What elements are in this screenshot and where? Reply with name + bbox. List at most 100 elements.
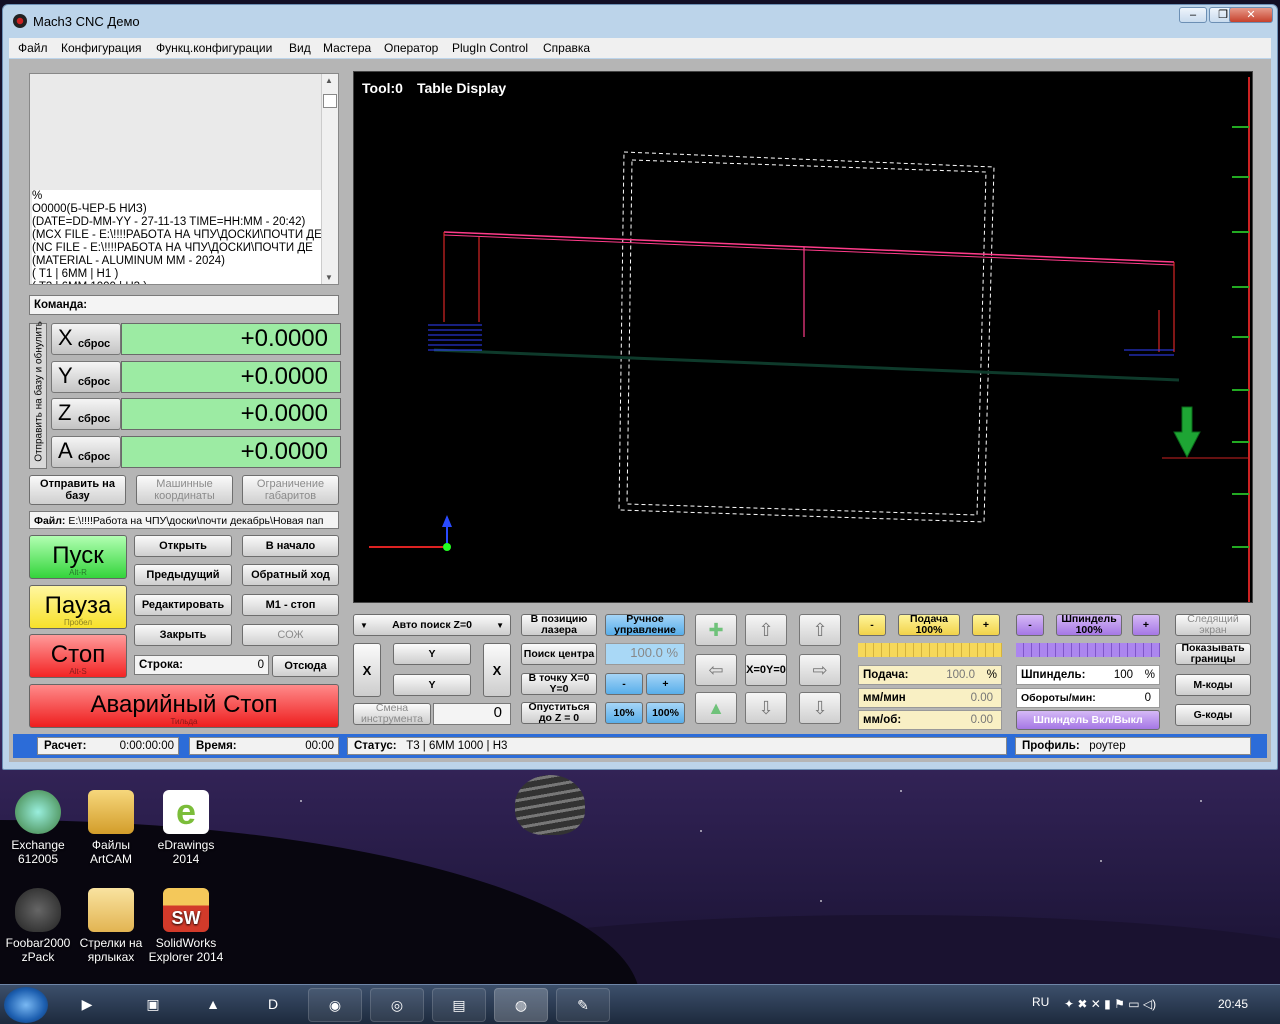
- z-dro[interactable]: +0.0000: [121, 398, 341, 430]
- g-codes-button[interactable]: G-коды: [1175, 704, 1251, 726]
- jog-z-down-icon[interactable]: ⇩: [799, 692, 841, 724]
- a-reset-button[interactable]: Aсброс: [51, 436, 121, 468]
- gcode-listing[interactable]: % O0000(Б-ЧЕР-Б НИЗ) (DATE=DD-MM-YY - 27-1…: [29, 73, 339, 285]
- gcode-line[interactable]: %: [32, 190, 324, 203]
- menu-help[interactable]: Справка: [543, 41, 590, 55]
- d-app-icon[interactable]: D: [246, 988, 300, 1022]
- cycle-start-button[interactable]: Пуск Alt-R: [29, 535, 127, 579]
- desktop-icon-arrows[interactable]: Стрелки на ярлыках: [73, 888, 149, 964]
- load-gcode-button[interactable]: Открыть: [134, 535, 232, 557]
- rewind-button[interactable]: В начало: [242, 535, 339, 557]
- feed-override-field[interactable]: Подача: 100.0 %: [858, 665, 1002, 685]
- soft-limits-button[interactable]: Ограничение габаритов: [242, 475, 339, 505]
- gcode-line[interactable]: O0000(Б-ЧЕР-Б НИЗ): [32, 203, 324, 216]
- close-gcode-button[interactable]: Закрыть: [134, 624, 232, 646]
- jog-z-plus-left-icon[interactable]: ✚: [695, 614, 737, 646]
- feed-100-button[interactable]: Подача 100%: [898, 614, 960, 636]
- gcode-line[interactable]: (NC FILE - E:\!!!!РАБОТА НА ЧПУ\ДОСКИ\ПО…: [32, 242, 324, 255]
- minimize-button[interactable]: –: [1179, 7, 1207, 23]
- desktop-icon-edrawings[interactable]: e eDrawings 2014: [148, 790, 224, 866]
- start-button[interactable]: [4, 987, 48, 1023]
- menu-func-config[interactable]: Функц.конфигурации: [156, 41, 272, 55]
- menu-wizards[interactable]: Мастера: [323, 41, 371, 55]
- gcode-line[interactable]: ( T1 | 6MM | H1 ): [32, 268, 324, 281]
- aimp-icon[interactable]: ▲: [186, 988, 240, 1022]
- floppy-app-icon[interactable]: ▣: [126, 988, 180, 1022]
- jog-x-button[interactable]: X: [353, 643, 381, 697]
- jog-y-plus-button[interactable]: Y: [393, 643, 471, 665]
- jog-rate-minus-button[interactable]: -: [605, 673, 643, 695]
- mach3-taskbar-icon[interactable]: ◍: [494, 988, 548, 1022]
- lower-z-zero-button[interactable]: Опуститься до Z = 0: [521, 702, 597, 724]
- spindle-plus-button[interactable]: +: [1132, 614, 1160, 636]
- show-bounds-button[interactable]: Показывать границы: [1175, 643, 1251, 665]
- reverse-run-button[interactable]: Обратный ход: [242, 564, 339, 586]
- m-codes-button[interactable]: M-коды: [1175, 674, 1251, 696]
- gcode-line[interactable]: (MATERIAL - ALUMINUM MM - 2024): [32, 255, 324, 268]
- desktop-icon-exchange[interactable]: Exchange 612005: [0, 790, 76, 866]
- toolpath-display[interactable]: Tool:0 Table Display: [353, 71, 1253, 603]
- y-reset-button[interactable]: Yсброс: [51, 361, 121, 393]
- a-dro[interactable]: +0.0000: [121, 436, 341, 468]
- gcode-line[interactable]: (DATE=DD-MM-YY - 27-11-13 TIME=HH:MM - 2…: [32, 216, 324, 229]
- previous-button[interactable]: Предыдущий: [134, 564, 232, 586]
- menu-config[interactable]: Конфигурация: [61, 41, 142, 55]
- jog-up-icon[interactable]: ⇧: [745, 614, 787, 646]
- go-xy-zero-button[interactable]: В точку X=0 Y=0: [521, 673, 597, 695]
- x-dro[interactable]: +0.0000: [121, 323, 341, 355]
- paint-icon[interactable]: ✎: [556, 988, 610, 1022]
- m1-stop-button[interactable]: M1 - стоп: [242, 594, 339, 616]
- z-reset-button[interactable]: Zсброс: [51, 398, 121, 430]
- desktop-icon-foobar[interactable]: Foobar2000 zPack: [0, 888, 76, 964]
- desktop-icon-artcam[interactable]: Файлы ArtCAM: [73, 790, 149, 866]
- menu-file[interactable]: Файл: [18, 41, 48, 55]
- feed-minus-button[interactable]: -: [858, 614, 886, 636]
- jog-rate-field[interactable]: 100.0 %: [605, 643, 685, 665]
- ref-all-home-tab[interactable]: Отправить на базу и обнулить: [29, 321, 47, 469]
- jog-left-icon[interactable]: ⇦: [695, 654, 737, 686]
- pause-button[interactable]: Пауза Пробел: [29, 585, 127, 629]
- firefox-icon[interactable]: ◉: [308, 988, 362, 1022]
- follow-screen-button[interactable]: Следящий экран: [1175, 614, 1251, 636]
- find-center-button[interactable]: Поиск центра: [521, 643, 597, 665]
- tool-change-button[interactable]: Смена инструмента: [353, 703, 431, 725]
- auto-z-zero-button[interactable]: ▼ Авто поиск Z=0 ▼: [353, 614, 511, 636]
- explorer-icon[interactable]: ▤: [432, 988, 486, 1022]
- spindle-100-button[interactable]: Шпиндель 100%: [1056, 614, 1122, 636]
- menu-view[interactable]: Вид: [289, 41, 311, 55]
- y-dro[interactable]: +0.0000: [121, 361, 341, 393]
- tray-icons[interactable]: ✦ ✖ ✕ ▮ ⚑ ▭ ◁): [1064, 997, 1156, 1011]
- emergency-stop-button[interactable]: Аварийный Стоп Тильда: [29, 684, 339, 728]
- zero-xy-button[interactable]: X=0 Y=0: [745, 654, 787, 686]
- scroll-up-icon[interactable]: ▲: [325, 76, 333, 85]
- jog-z-minus-left-icon[interactable]: ▲: [695, 692, 737, 724]
- x-reset-button[interactable]: Xсброс: [51, 323, 121, 355]
- spindle-override-field[interactable]: Шпиндель: 100 %: [1016, 665, 1160, 685]
- run-from-here-button[interactable]: Отсюда: [272, 655, 339, 677]
- jog-rate-plus-button[interactable]: +: [646, 673, 685, 695]
- spindle-minus-button[interactable]: -: [1016, 614, 1044, 636]
- menu-plugin-control[interactable]: PlugIn Control: [452, 41, 528, 55]
- chrome-icon[interactable]: ◎: [370, 988, 424, 1022]
- jog-right-icon[interactable]: ⇨: [799, 654, 841, 686]
- stop-button[interactable]: Стоп Alt-S: [29, 634, 127, 678]
- manual-control-button[interactable]: Ручное управление: [605, 614, 685, 636]
- menu-operator[interactable]: Оператор: [384, 41, 438, 55]
- jog-y-minus-button[interactable]: Y: [393, 674, 471, 696]
- close-button[interactable]: ✕: [1229, 7, 1273, 23]
- title-bar[interactable]: Mach3 CNC Демо – ❐ ✕: [3, 5, 1277, 35]
- jog-x-minus-button[interactable]: X: [483, 643, 511, 697]
- language-indicator[interactable]: RU: [1032, 995, 1049, 1009]
- send-home-button[interactable]: Отправить на базу: [29, 475, 126, 505]
- command-field[interactable]: Команда:: [29, 295, 339, 315]
- gcode-line[interactable]: (MCX FILE - E:\!!!!РАБОТА НА ЧПУ\ДОСКИ\П…: [32, 229, 324, 242]
- media-player-icon[interactable]: ▶: [60, 988, 114, 1022]
- scroll-down-icon[interactable]: ▼: [325, 273, 333, 282]
- jog-rate-100-button[interactable]: 100%: [646, 702, 685, 724]
- machine-coords-button[interactable]: Машинные координаты: [136, 475, 233, 505]
- spindle-toggle-button[interactable]: Шпиндель Вкл/Выкл: [1016, 710, 1160, 730]
- laser-position-button[interactable]: В позицию лазера: [521, 614, 597, 636]
- coolant-button[interactable]: СОЖ: [242, 624, 339, 646]
- tool-number-field[interactable]: 0: [433, 703, 511, 725]
- gcode-line[interactable]: ( T3 | 6MM 1000 | H3 ): [32, 281, 324, 284]
